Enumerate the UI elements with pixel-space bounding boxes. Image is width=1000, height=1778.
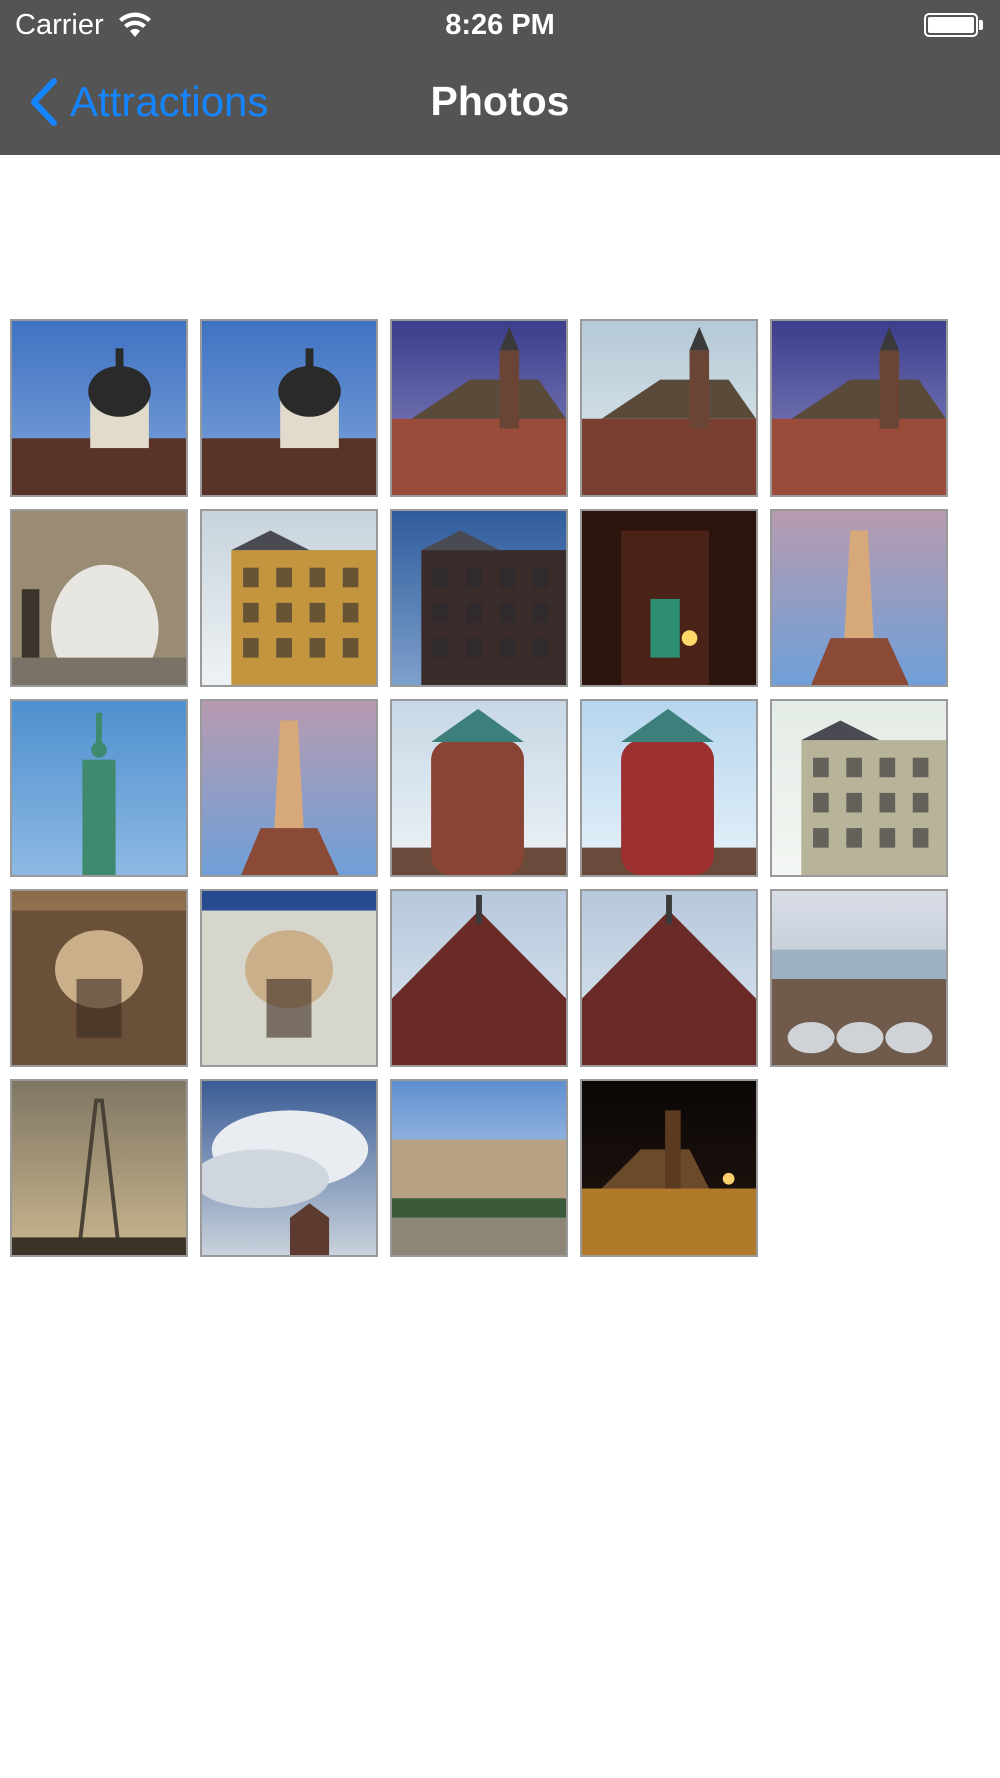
photo-thumbnail[interactable]: [10, 319, 188, 497]
photo-thumbnail[interactable]: [580, 509, 758, 687]
photo-thumbnail[interactable]: [10, 1079, 188, 1257]
status-bar: Carrier 8:26 PM: [0, 0, 1000, 50]
photo-thumbnail[interactable]: [580, 319, 758, 497]
photo-thumbnail[interactable]: [200, 319, 378, 497]
photo-thumbnail[interactable]: [200, 1079, 378, 1257]
photo-thumbnail[interactable]: [390, 699, 568, 877]
photo-thumbnail[interactable]: [770, 889, 948, 1067]
photo-thumbnail[interactable]: [10, 889, 188, 1067]
photo-thumbnail[interactable]: [770, 699, 948, 877]
photo-thumbnail[interactable]: [390, 1079, 568, 1257]
page-title: Photos: [430, 78, 570, 124]
photo-thumbnail[interactable]: [10, 699, 188, 877]
photo-thumbnail[interactable]: [580, 1079, 758, 1257]
photo-thumbnail[interactable]: [200, 509, 378, 687]
photo-thumbnail[interactable]: [390, 509, 568, 687]
battery-tip: [979, 20, 983, 30]
photo-thumbnail[interactable]: [390, 889, 568, 1067]
status-time: 8:26 PM: [445, 9, 555, 41]
navigation-header: Carrier 8:26 PM Attractions Photos: [0, 0, 1000, 155]
photo-thumbnail[interactable]: [390, 319, 568, 497]
battery-icon: [924, 13, 978, 37]
photo-thumbnail[interactable]: [580, 889, 758, 1067]
photo-thumbnail[interactable]: [770, 509, 948, 687]
photo-thumbnail[interactable]: [580, 699, 758, 877]
photo-thumbnail[interactable]: [200, 889, 378, 1067]
photo-thumbnail[interactable]: [10, 509, 188, 687]
photo-thumbnail[interactable]: [200, 699, 378, 877]
photo-thumbnail[interactable]: [770, 319, 948, 497]
